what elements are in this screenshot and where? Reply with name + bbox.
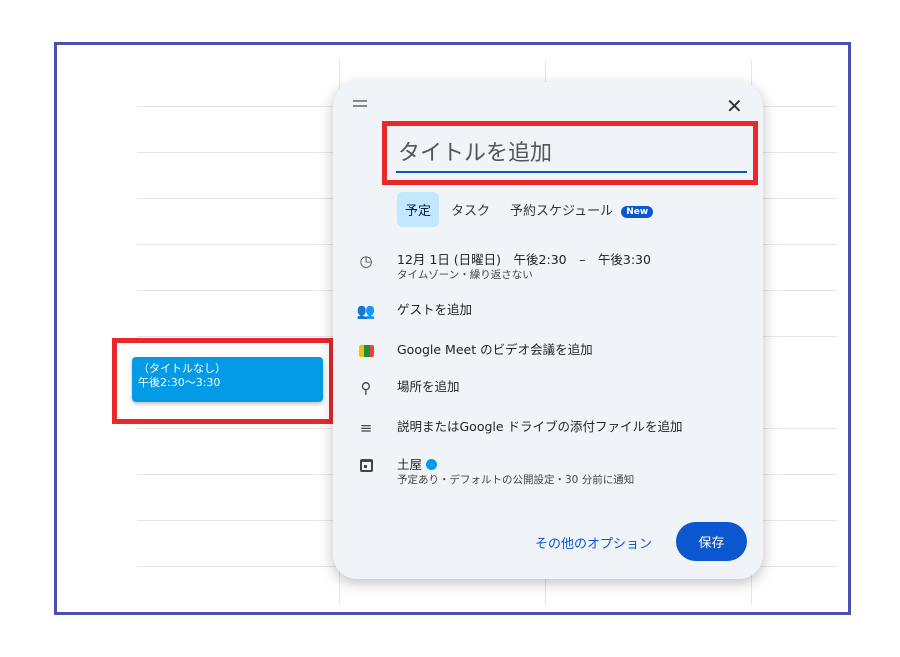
add-location-row[interactable]: ⚲ 場所を追加 <box>355 379 755 397</box>
google-meet-icon <box>355 342 377 361</box>
add-guests-label: ゲストを追加 <box>397 302 473 317</box>
tab-appointment-schedule[interactable]: 予約スケジュール New <box>502 192 661 227</box>
datetime-text: 12月 1日 (日曜日) 午後2:30 – 午後3:30 <box>397 252 651 267</box>
event-title: （タイトルなし） <box>138 362 226 375</box>
add-guests-row[interactable]: 👥 ゲストを追加 <box>355 302 755 320</box>
quick-event-dialog: ✕ 予定 タスク 予約スケジュール New ◷ 12月 1日 (日曜日) 午後2… <box>333 82 763 579</box>
tab-task[interactable]: タスク <box>443 192 498 227</box>
people-icon: 👥 <box>356 302 376 320</box>
datetime-row[interactable]: ◷ 12月 1日 (日曜日) 午後2:30 – 午後3:30 タイムゾーン・繰り… <box>355 252 755 282</box>
drag-handle-icon[interactable] <box>353 100 367 110</box>
add-meet-row[interactable]: Google Meet のビデオ会議を追加 <box>355 342 755 361</box>
calendar-color-dot <box>426 459 438 470</box>
calendar-subtext: 予定あり・デフォルトの公開設定・30 分前に通知 <box>397 474 635 486</box>
tab-task-label: タスク <box>451 204 491 219</box>
more-options-link[interactable]: その他のオプション <box>535 533 652 552</box>
add-description-label: 説明またはGoogle ドライブの添付ファイルを追加 <box>397 419 683 434</box>
close-icon[interactable]: ✕ <box>726 94 743 118</box>
tab-appointment-label: 予約スケジュール <box>510 204 614 219</box>
title-input[interactable] <box>396 136 747 173</box>
add-meet-label: Google Meet のビデオ会議を追加 <box>397 342 593 357</box>
calendar-icon <box>355 457 377 476</box>
location-pin-icon: ⚲ <box>360 379 372 397</box>
add-description-row[interactable]: ≡ 説明またはGoogle ドライブの添付ファイルを追加 <box>355 419 755 437</box>
event-time: 午後2:30～3:30 <box>138 376 221 389</box>
add-location-label: 場所を追加 <box>397 379 460 394</box>
tab-event-label: 予定 <box>405 204 432 219</box>
datetime-subtext: タイムゾーン・繰り返さない <box>397 269 533 281</box>
new-badge: New <box>621 205 654 218</box>
notes-icon: ≡ <box>359 419 373 437</box>
calendar-name: 土屋 <box>397 457 423 472</box>
tab-event[interactable]: 予定 <box>397 192 440 227</box>
save-button[interactable]: 保存 <box>676 522 747 561</box>
event-type-tabs: 予定 タスク 予約スケジュール New <box>397 192 665 227</box>
clock-icon: ◷ <box>359 252 373 270</box>
calendar-row[interactable]: 土屋 予定あり・デフォルトの公開設定・30 分前に通知 <box>355 457 755 487</box>
calendar-event-chip[interactable]: （タイトルなし） 午後2:30～3:30 <box>132 357 323 402</box>
